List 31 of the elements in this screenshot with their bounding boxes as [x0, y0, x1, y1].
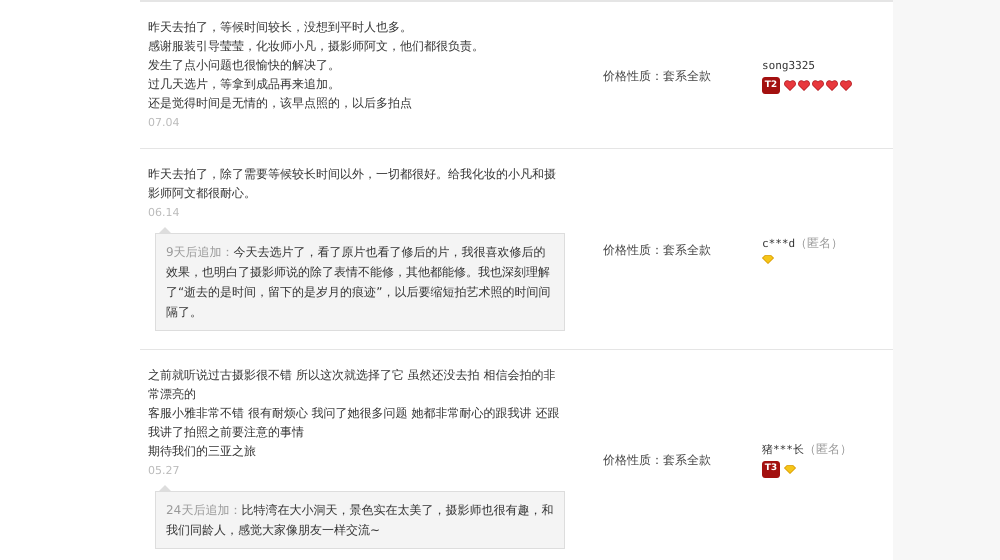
- review-text: 还是觉得时间是无情的，该早点照的，以后多拍点: [148, 95, 413, 112]
- anonymous-label: （匿名）: [795, 236, 844, 250]
- user-name: c***d: [762, 237, 796, 250]
- price-type: 价格性质：套系全款: [603, 243, 711, 257]
- anonymous-label: （匿名）: [804, 442, 852, 456]
- review-text: 昨天去拍了，等候时间较长，没想到平时人也多。: [148, 19, 413, 36]
- level-badge: T2: [762, 77, 780, 94]
- followup-comment: 9天后追加：今天去选片了，看了原片也看了修后的片，我很喜欢修后的效果，也明白了摄影师说的除了表情不能修，其他都能修。我也深刻理解了“逝去的是时间，留下的是岁月的痕迹”，以后要缩短拍艺术照的时间间隔了。: [155, 233, 565, 331]
- review-date: 05.27: [148, 463, 180, 479]
- price-type: 价格性质：套系全款: [603, 452, 711, 466]
- review-text: 之前就听说过古摄影很不错 所以这次就选择了它 虽然还没去拍 相信会拍的非常漂亮的: [148, 367, 556, 403]
- review-text: 期待我们的三亚之旅: [148, 443, 257, 460]
- review-text: 过几天选片，等拿到成品再来追加。: [148, 76, 341, 93]
- review-date: 06.14: [148, 205, 180, 221]
- review-text: 发生了点小问题也很愉快的解决了。: [148, 57, 341, 74]
- price-type: 价格性质：套系全款: [603, 69, 711, 83]
- review-date: 07.04: [148, 115, 180, 131]
- level-badge: T3: [762, 460, 780, 478]
- heart-icon: [840, 80, 852, 91]
- diamond-icon: [784, 464, 796, 474]
- review-text: 感谢服装引导莹莹，化妆师小凡，摄影师阿文，他们都很负责。: [148, 38, 485, 55]
- followup-comment: 24天后追加：比特湾在大小洞天，景色实在太美了，摄影师也很有趣，和我们同龄人，感觉大家像朋友一样交流~: [155, 491, 565, 549]
- diamond-icon: [762, 255, 774, 264]
- review-text: 昨天去拍了，除了需要等候较长时间以外，一切都很好。给我化妆的小凡和摄影师阿文都很耐心。: [148, 166, 557, 202]
- user-name: song3325: [762, 59, 815, 72]
- review-text: 客服小雅非常不错 很有耐烦心 我问了她很多问题 她都非常耐心的跟我讲 还跟我讲了拍照之前要注意的事情: [148, 405, 560, 441]
- user-name: 猪***长: [762, 442, 804, 456]
- heart-icon: [798, 80, 810, 91]
- heart-icon: [784, 80, 796, 91]
- heart-icon: [812, 80, 824, 91]
- heart-icon: [826, 80, 838, 91]
